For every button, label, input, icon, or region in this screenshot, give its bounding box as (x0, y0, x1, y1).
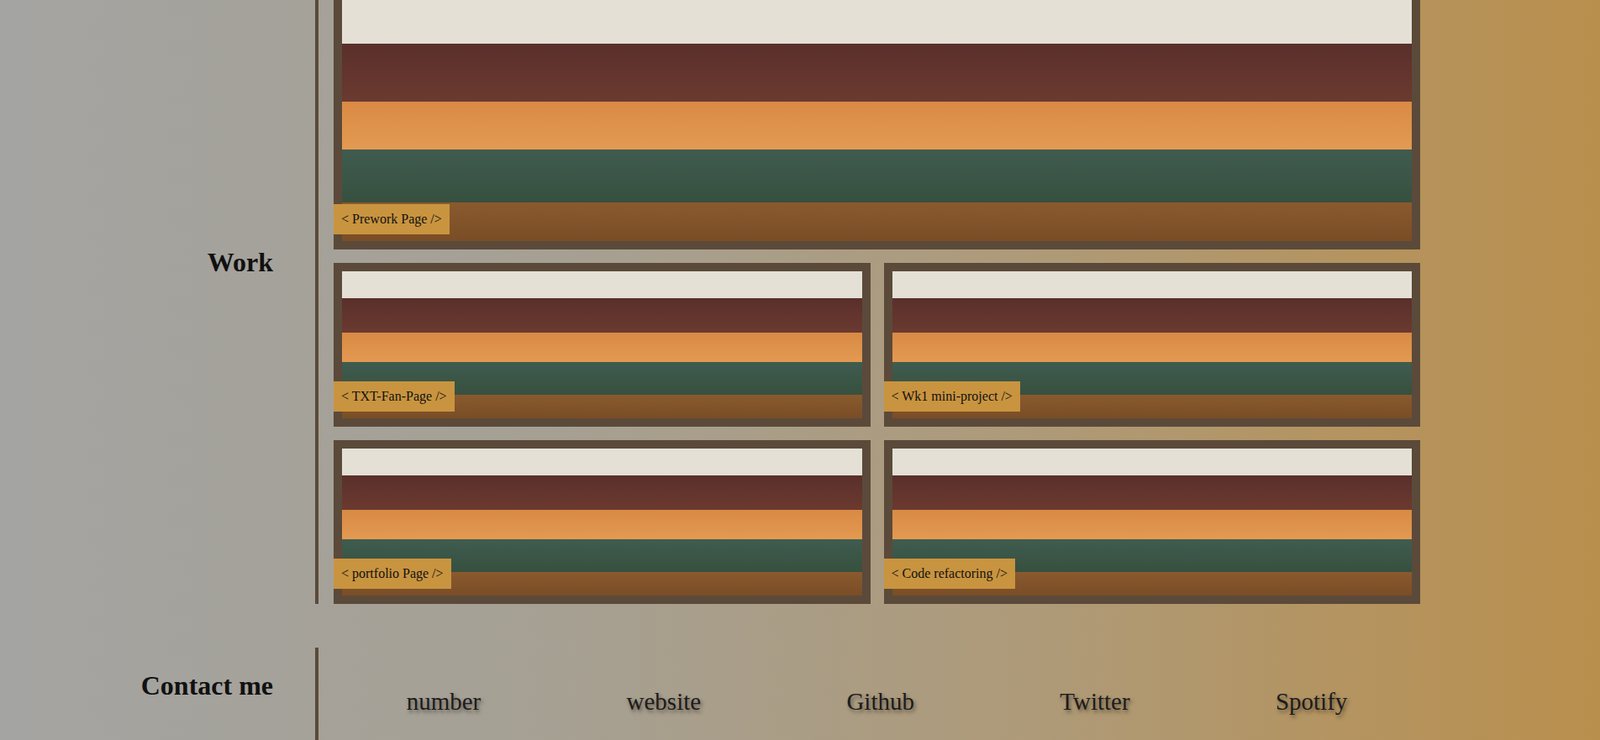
work-card[interactable]: < Code refactoring /> (884, 440, 1422, 605)
work-label: < Code refactoring /> (884, 558, 1016, 590)
work-section: Work< Prework Page />< TXT-Fan-Page />< … (0, 0, 1600, 605)
work-card[interactable]: < portfolio Page /> (333, 440, 871, 605)
contact-list: number website Github Twitter Spotify (333, 647, 1421, 740)
work-title: Work (0, 0, 274, 605)
section-divider (315, 0, 319, 605)
contact-link[interactable]: Twitter (1059, 688, 1130, 716)
work-label: < Wk1 mini-project /> (884, 381, 1021, 412)
contact-link[interactable]: Spotify (1275, 688, 1348, 716)
section-divider (315, 647, 319, 740)
contact-link[interactable]: Github (846, 688, 915, 716)
contact-section: Contact me number website Github Twitter Spot… (0, 647, 1600, 740)
contact-link[interactable]: website (626, 688, 702, 716)
work-card[interactable]: < Wk1 mini-project /> (884, 263, 1422, 427)
work-label: < Prework Page /> (333, 204, 450, 235)
work-card[interactable]: < Prework Page /> (333, 0, 1421, 250)
work-picture (342, 0, 1412, 242)
work-card[interactable]: < TXT-Fan-Page /> (333, 263, 871, 427)
work-label: < TXT-Fan-Page /> (333, 381, 455, 412)
work-grid: < Prework Page /> < TXT-Fan-Page /> < Wk1 … (333, 0, 1421, 605)
contact-title: Contact me (0, 647, 274, 740)
page: Work< Prework Page />< TXT-Fan-Page />< … (0, 0, 1600, 740)
contact-link[interactable]: number (406, 688, 482, 716)
work-label: < portfolio Page /> (333, 558, 452, 590)
